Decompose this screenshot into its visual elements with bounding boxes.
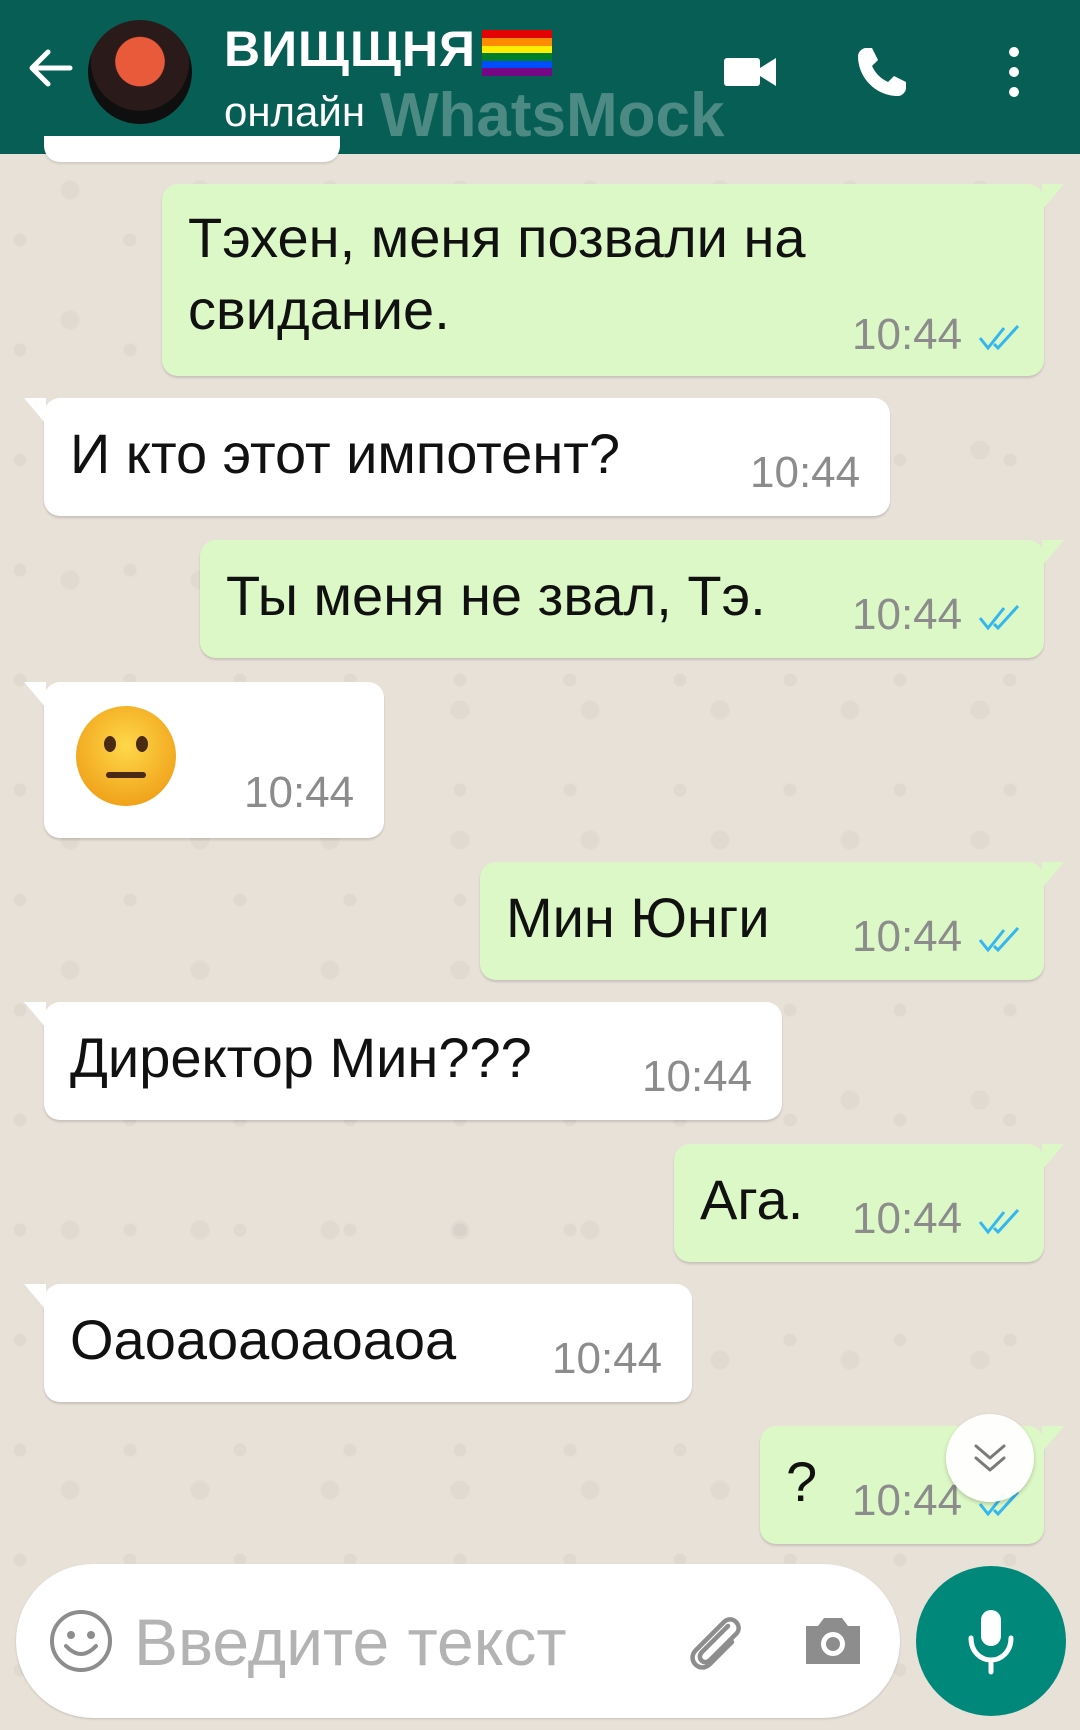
message-text: Ты меня не звал, Тэ. bbox=[226, 564, 766, 627]
message-outgoing[interactable]: Мин Юнги 10:44 bbox=[480, 862, 1064, 980]
message-time: 10:44 bbox=[552, 1334, 663, 1383]
message-time: 10:44 bbox=[244, 768, 355, 817]
chat-header: ВИЩЩНЯ онлайн WhatsMock bbox=[0, 0, 1080, 154]
read-ticks-icon bbox=[978, 1208, 1020, 1235]
message-text: Мин Юнги bbox=[506, 886, 770, 949]
message-composer: Введите текст bbox=[16, 1564, 900, 1718]
message-text: И кто этот импотент? bbox=[70, 422, 621, 485]
voice-record-button[interactable] bbox=[916, 1566, 1066, 1716]
message-incoming[interactable]: 10:44 bbox=[24, 682, 384, 838]
message-input[interactable]: Введите текст bbox=[134, 1604, 567, 1680]
message-time: 10:44 bbox=[852, 590, 963, 639]
message-time: 10:44 bbox=[642, 1052, 753, 1101]
previous-message-fragment bbox=[44, 136, 340, 162]
message-time: 10:44 bbox=[750, 448, 861, 497]
message-time: 10:44 bbox=[852, 912, 963, 961]
contact-status: онлайн bbox=[224, 88, 366, 135]
message-time: 10:44 bbox=[852, 1476, 963, 1525]
read-ticks-icon bbox=[978, 324, 1020, 351]
message-text: Тэхен, меня позвали на свидание. bbox=[188, 206, 806, 341]
emoji-icon[interactable] bbox=[48, 1608, 114, 1674]
message-time: 10:44 bbox=[852, 310, 963, 359]
message-outgoing[interactable]: Тэхен, меня позвали на свидание. 10:44 bbox=[162, 184, 1064, 376]
message-text: Оаоаоаоаоаоа bbox=[70, 1308, 457, 1371]
message-outgoing[interactable]: Ага. 10:44 bbox=[674, 1144, 1064, 1262]
scroll-to-bottom-button[interactable] bbox=[946, 1414, 1034, 1502]
rainbow-flag-icon bbox=[482, 29, 552, 76]
message-outgoing[interactable]: Ты меня не звал, Тэ. 10:44 bbox=[200, 540, 1064, 658]
camera-icon[interactable] bbox=[800, 1608, 866, 1674]
avatar[interactable] bbox=[88, 20, 192, 124]
message-text: Директор Мин??? bbox=[70, 1026, 532, 1089]
chevron-double-down-icon bbox=[974, 1444, 1006, 1472]
back-arrow-icon[interactable] bbox=[22, 40, 78, 96]
mic-icon bbox=[968, 1610, 1014, 1675]
message-incoming[interactable]: Оаоаоаоаоаоа 10:44 bbox=[24, 1284, 692, 1402]
contact-name[interactable]: ВИЩЩНЯ bbox=[224, 20, 552, 78]
message-text: Ага. bbox=[700, 1168, 804, 1231]
watermark: WhatsMock bbox=[380, 81, 725, 150]
phone-icon[interactable] bbox=[852, 42, 912, 102]
message-time: 10:44 bbox=[852, 1194, 963, 1243]
read-ticks-icon bbox=[978, 926, 1020, 953]
message-incoming[interactable]: Директор Мин??? 10:44 bbox=[24, 1002, 782, 1120]
video-call-icon[interactable] bbox=[720, 42, 780, 102]
message-text: ? bbox=[786, 1450, 818, 1513]
attach-icon[interactable] bbox=[680, 1606, 750, 1676]
more-vert-icon[interactable] bbox=[1000, 42, 1060, 102]
read-ticks-icon bbox=[978, 604, 1020, 631]
message-incoming[interactable]: И кто этот импотент? 10:44 bbox=[24, 398, 890, 516]
neutral-face-emoji bbox=[76, 706, 176, 806]
